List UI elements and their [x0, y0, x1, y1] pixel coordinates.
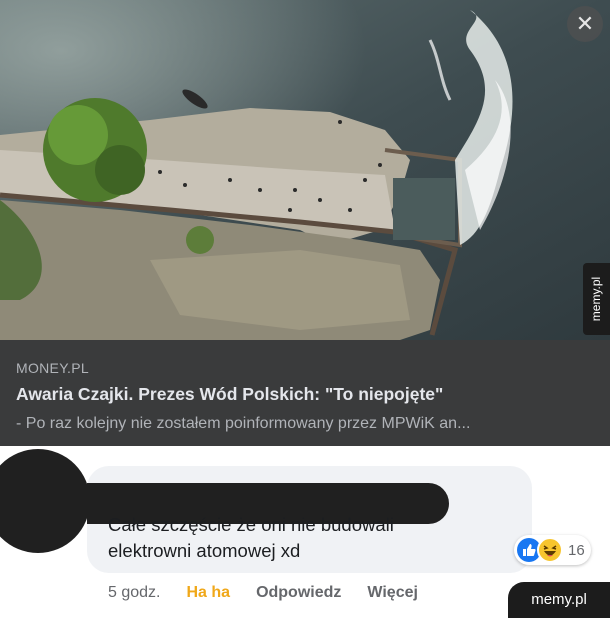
reaction-count: 16 [568, 541, 585, 559]
link-description: - Po raz kolejny nie zostałem poinformow… [16, 415, 471, 432]
watermark-side: memy.pl [583, 263, 610, 335]
haha-reaction-button[interactable]: Ha ha [186, 584, 230, 602]
haha-icon [537, 537, 563, 563]
preview-meta[interactable]: MONEY.PL Awaria Czajki. Prezes Wód Polsk… [0, 340, 610, 446]
avatar[interactable] [0, 449, 90, 553]
link-title[interactable]: Awaria Czajki. Prezes Wód Polskich: "To … [16, 384, 443, 405]
comment-actions: 5 godz. Ha ha Odpowiedz Więcej [108, 584, 444, 602]
reaction-summary[interactable]: 16 [514, 535, 591, 565]
more-button[interactable]: Więcej [367, 584, 418, 602]
reply-button[interactable]: Odpowiedz [256, 584, 341, 602]
close-icon[interactable]: ✕ [567, 6, 603, 42]
watermark-side-text: memy.pl [589, 276, 604, 322]
link-source: MONEY.PL [16, 360, 89, 376]
comment-text: Całe szczęście że oni nie budowali elekt… [108, 512, 394, 564]
watermark-corner: memy.pl [508, 582, 610, 618]
comment-timestamp[interactable]: 5 godz. [108, 584, 160, 602]
comment-text-line-1: Całe szczęście że oni nie budowali [108, 514, 394, 535]
article-photo[interactable] [0, 0, 610, 340]
link-preview-card[interactable]: ✕ memy.pl MONEY.PL Awaria Czajki. Prezes… [0, 0, 610, 446]
comment-text-line-2: elektrowni atomowej xd [108, 540, 301, 561]
